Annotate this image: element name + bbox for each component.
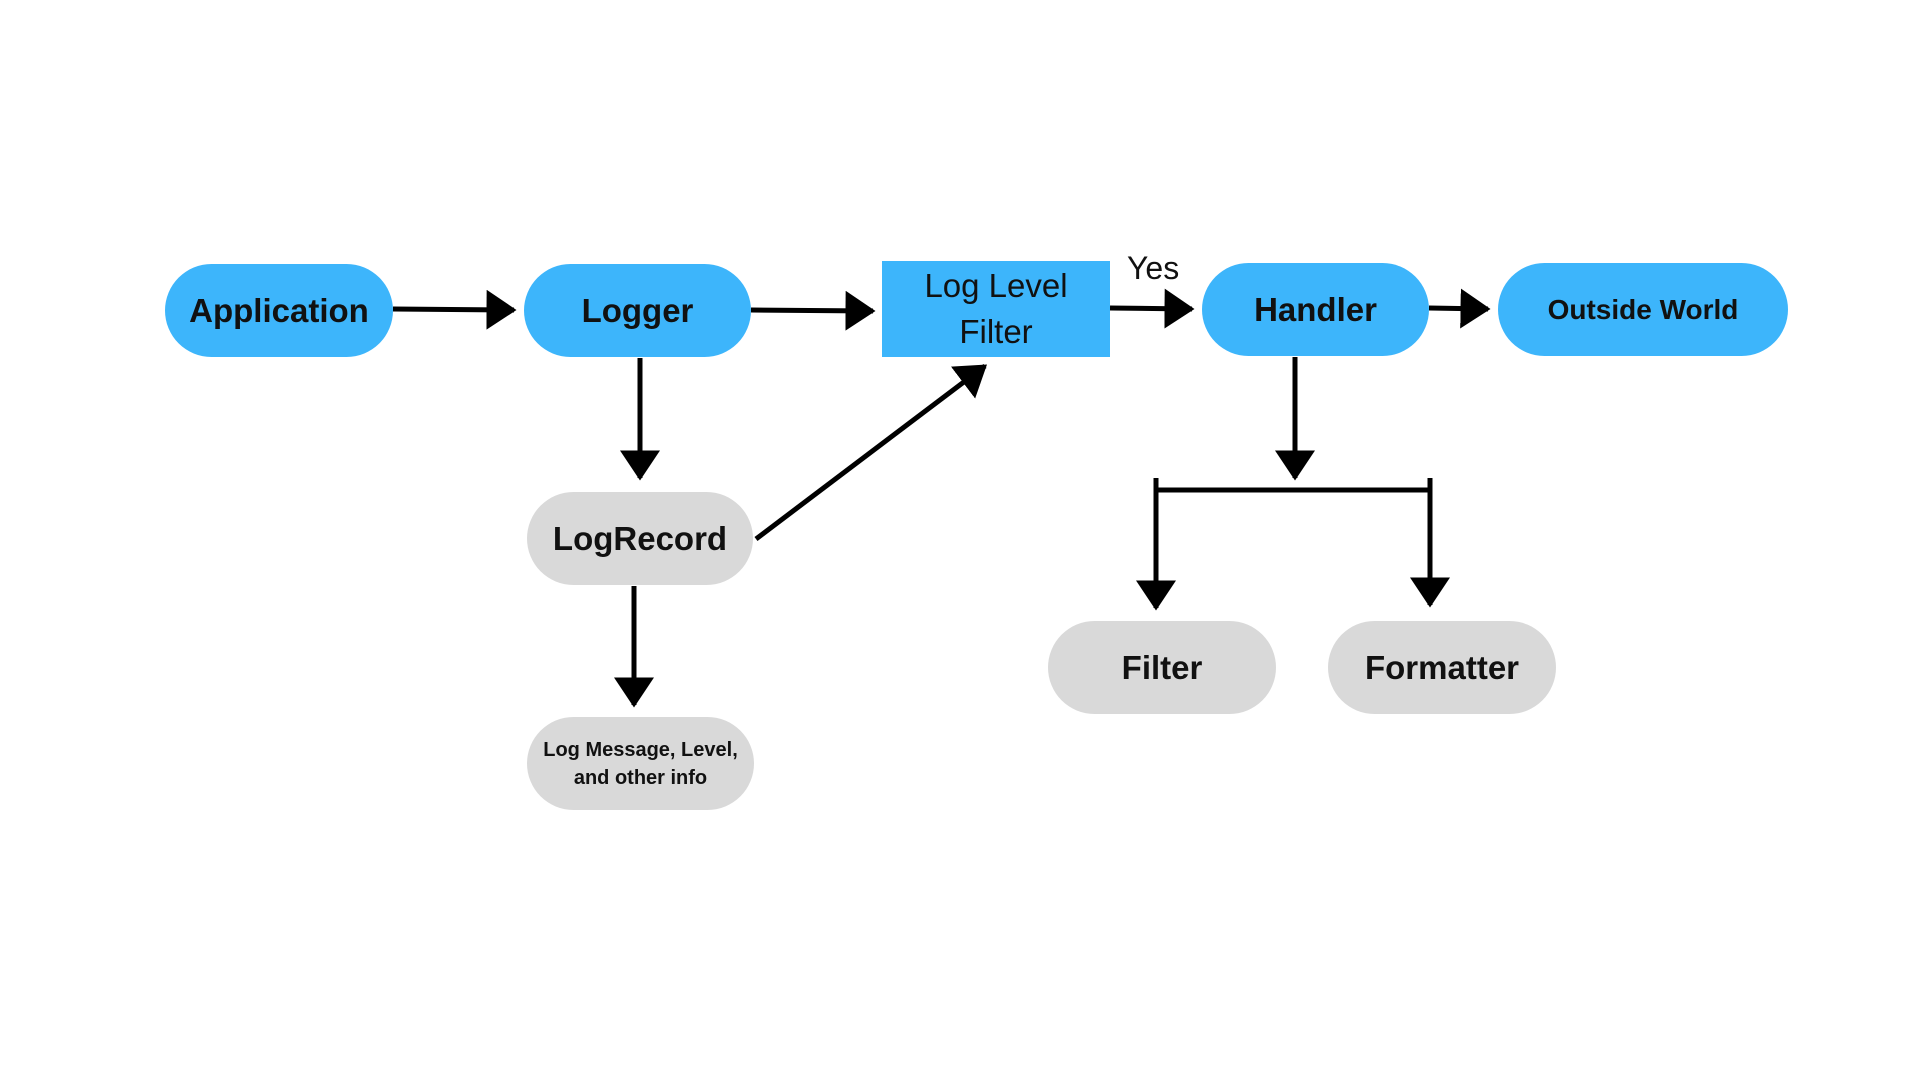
node-filter: Filter [1048, 621, 1276, 714]
node-llf-label-line1: Log Level [924, 267, 1068, 304]
node-filter-label: Filter [1121, 648, 1203, 686]
node-handler-label: Handler [1254, 290, 1377, 328]
node-logger-label: Logger [581, 291, 694, 329]
node-llf-label-line2: Filter [959, 313, 1033, 350]
node-formatter-label: Formatter [1364, 648, 1520, 686]
node-logger: Logger [524, 264, 751, 357]
node-outside-world-label: Outside World [1547, 293, 1739, 325]
node-outside-world: Outside World [1498, 263, 1788, 356]
node-application-label: Application [189, 291, 369, 329]
node-formatter: Formatter [1328, 621, 1556, 714]
node-log-message: Log Message, Level, and other info [527, 717, 754, 810]
connectors [392, 288, 1491, 708]
edge-handler-outsideworld [1428, 288, 1491, 329]
diagram-canvas: Application Logger Log Level Filter Yes … [0, 0, 1920, 1080]
edge-logrecord-loglevelfilter [754, 364, 987, 541]
node-log-level-filter: Log Level Filter [882, 261, 1110, 357]
edge-label-yes: Yes [1127, 250, 1180, 286]
node-handler: Handler [1202, 263, 1429, 356]
node-application: Application [165, 264, 393, 357]
node-logrecord-label: LogRecord [552, 519, 728, 557]
node-logrecord: LogRecord [527, 492, 753, 585]
edge-application-logger [392, 289, 517, 330]
node-log-message-line2: and other info [573, 766, 708, 789]
edge-logger-loglevelfilter [750, 290, 876, 331]
edge-loglevelfilter-handler [1109, 288, 1195, 329]
node-log-message-line1: Log Message, Level, [543, 738, 738, 761]
